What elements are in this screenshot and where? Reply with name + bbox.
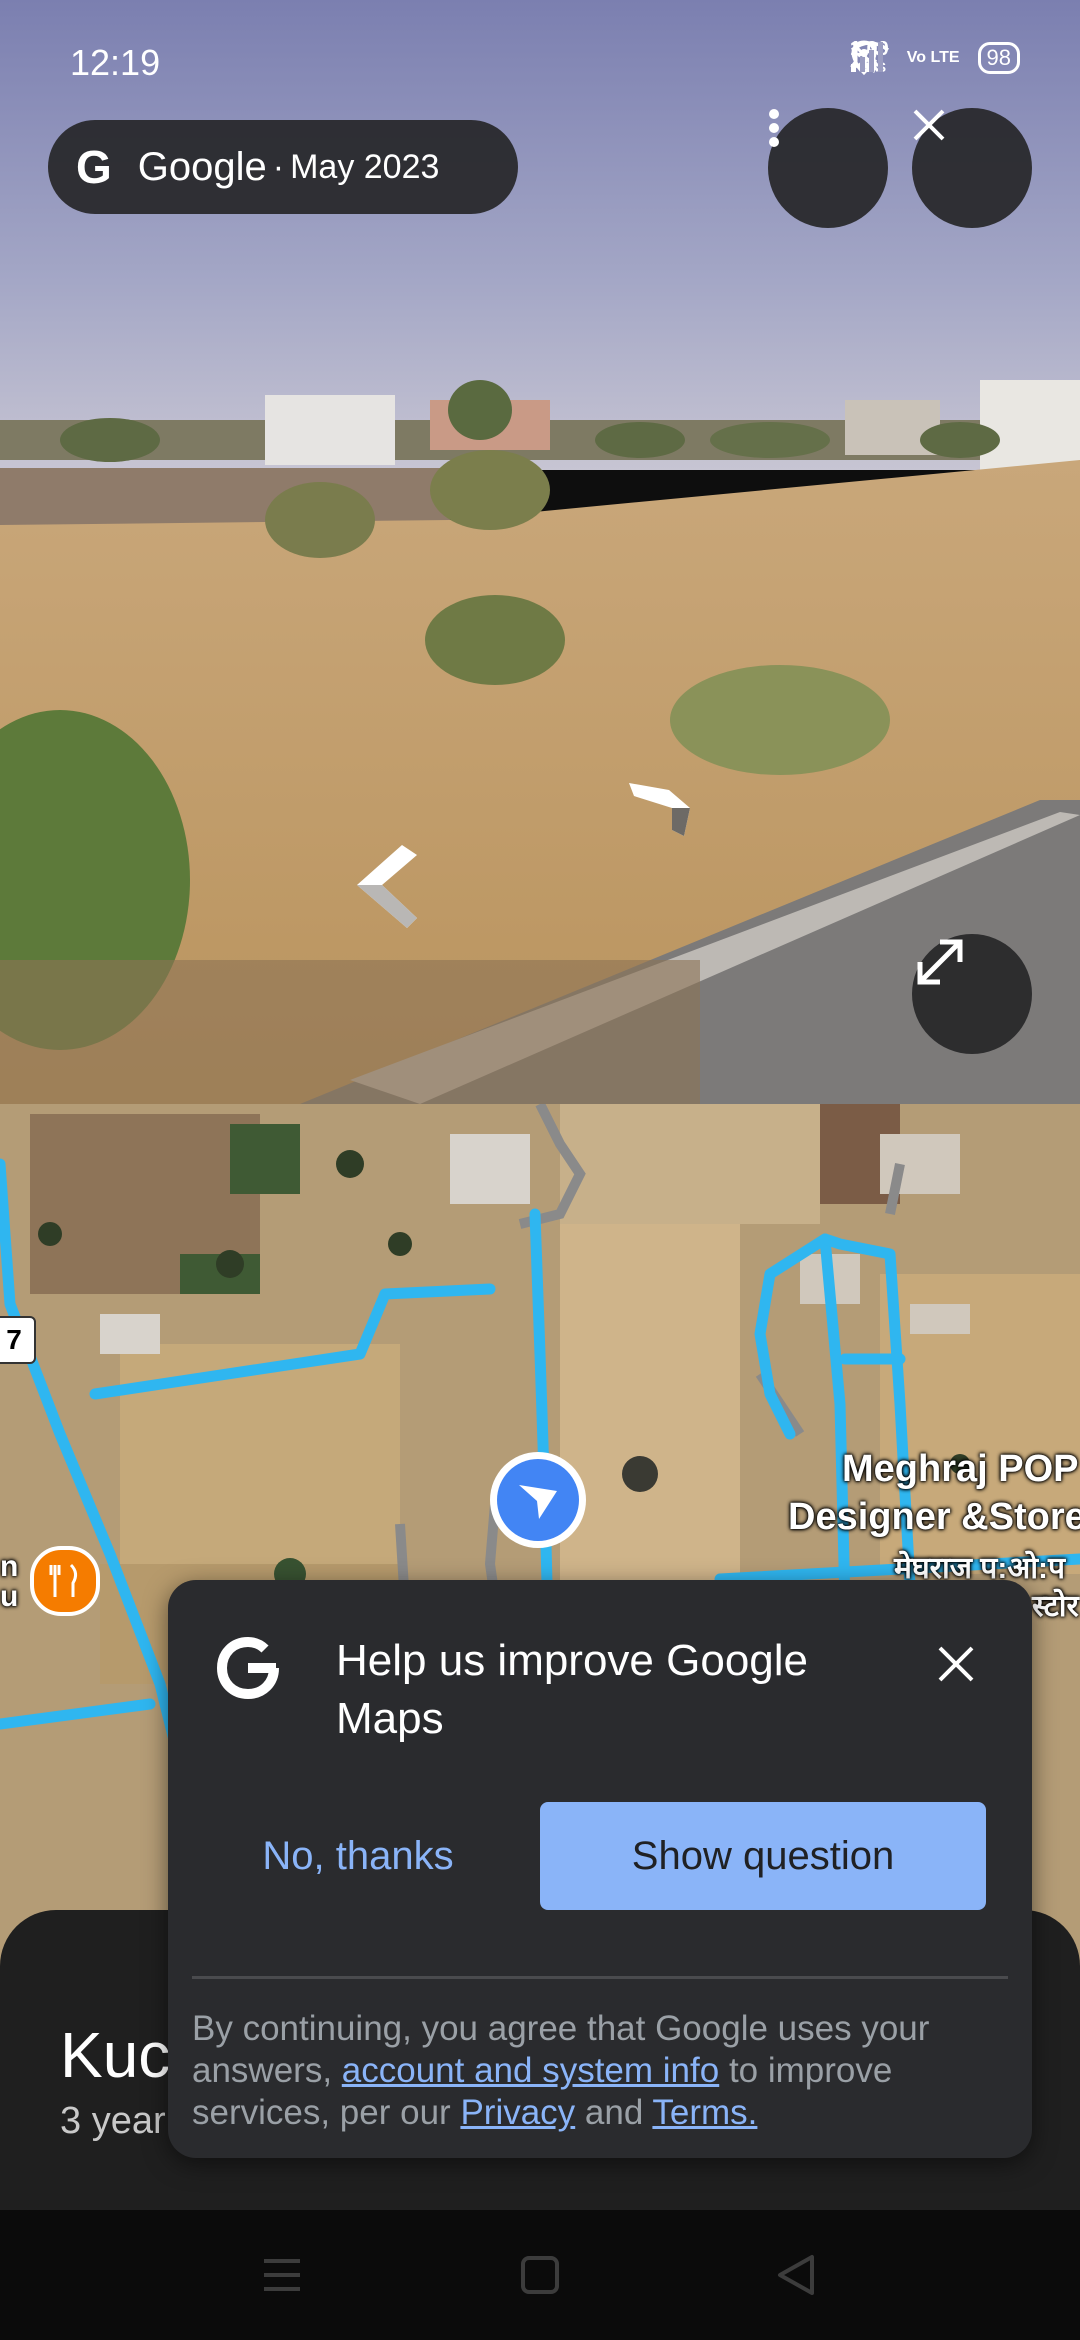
move-back-arrow[interactable] (352, 840, 432, 930)
divider (192, 1976, 1008, 1979)
google-g-logo-icon (216, 1636, 279, 1700)
show-question-button[interactable]: Show question (540, 1802, 986, 1910)
direction-arrow-icon (519, 1485, 557, 1519)
signal-icon (850, 42, 883, 72)
left-edge-label-2: u (0, 1580, 19, 1613)
current-position-marker[interactable] (490, 1452, 586, 1548)
volte-indicator: Vo LTE (906, 49, 960, 66)
brand-label: Google (137, 144, 267, 189)
account-system-info-link[interactable]: account and system info (342, 2051, 719, 2090)
more-options-button[interactable] (768, 108, 888, 228)
menu-icon (264, 2259, 300, 2291)
separator: · (272, 147, 285, 186)
place-label-hindi-line2: स्टोर (1032, 1590, 1079, 1623)
route-shield: 7 (0, 1316, 36, 1364)
vertical-dots-icon (769, 109, 779, 147)
expand-icon (917, 939, 963, 985)
street-view-panorama[interactable]: 12:19 1.00 KB/S Vo LTE (0, 0, 1080, 1104)
system-navigation-bar (0, 2210, 1080, 2340)
dialog-title: Help us improve Google Maps (336, 1636, 809, 1743)
imagery-date-pill[interactable]: G Google · May 2023 (48, 120, 518, 214)
recent-apps-button[interactable] (252, 2248, 312, 2302)
feedback-dialog: Help us improve Google Maps No, thanks S… (168, 1580, 1032, 2158)
back-button[interactable] (766, 2248, 826, 2302)
legal-text-part3: and (575, 2093, 653, 2132)
restaurant-pin[interactable] (30, 1546, 100, 1616)
imagery-date: May 2023 (290, 147, 440, 186)
square-icon (521, 2256, 559, 2294)
close-icon (938, 1646, 974, 1682)
privacy-link[interactable]: Privacy (460, 2093, 575, 2132)
move-forward-arrow[interactable] (624, 778, 694, 840)
place-label-line1[interactable]: Meghraj POP (842, 1448, 1079, 1491)
status-icons: 1.00 KB/S Vo LTE 98 (849, 39, 1020, 76)
place-subtitle: 3 year (60, 2100, 166, 2142)
status-time: 12:19 (70, 42, 161, 83)
legal-text: By continuing, you agree that Google use… (192, 2008, 1008, 2134)
close-street-view-button[interactable] (912, 108, 1032, 228)
home-button[interactable] (510, 2248, 570, 2302)
no-thanks-button[interactable]: No, thanks (228, 1802, 488, 1910)
battery-indicator: 98 (977, 42, 1020, 74)
place-label-line2[interactable]: Designer &Store (788, 1496, 1080, 1539)
close-icon (913, 109, 945, 141)
terms-link[interactable]: Terms. (652, 2093, 757, 2132)
dialog-close-button[interactable] (920, 1628, 992, 1700)
left-edge-label-1: n (0, 1550, 19, 1583)
back-triangle-icon (778, 2255, 814, 2295)
expand-button[interactable] (912, 934, 1032, 1054)
position-inner (497, 1459, 579, 1541)
fork-knife-icon (49, 1563, 78, 1597)
place-title: Kuc (60, 2019, 171, 2091)
google-logo-icon: G (76, 141, 112, 193)
